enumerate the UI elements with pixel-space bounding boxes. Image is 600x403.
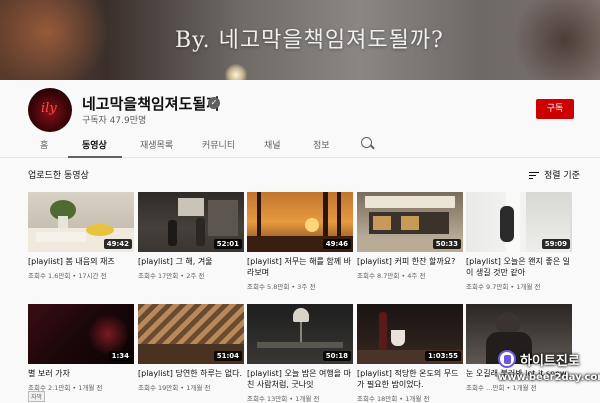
video-title[interactable]: [playlist] 오늘은 왠지 좋은 일이 생길 것만 같아 bbox=[466, 256, 572, 278]
video-duration: 59:09 bbox=[541, 239, 570, 249]
video-title[interactable]: [playlist] 봄 내음의 재즈 bbox=[28, 256, 134, 267]
caption-badge: 자막 bbox=[28, 391, 46, 402]
video-duration: 1:03:55 bbox=[425, 351, 461, 361]
video-thumbnail[interactable]: 49:42 bbox=[28, 192, 134, 252]
subscribe-button[interactable]: 구독 bbox=[536, 99, 574, 119]
check-icon: ✓ bbox=[208, 97, 220, 109]
video-meta: 조회수 19만회 • 1개월 전 bbox=[138, 384, 211, 392]
subscriber-count: 구독자 47.9만명 bbox=[82, 116, 147, 126]
banner-warm-light bbox=[0, 0, 120, 80]
avatar-text: ily bbox=[41, 101, 57, 116]
video-duration: 49:42 bbox=[103, 239, 132, 249]
banner-glow bbox=[225, 64, 247, 80]
video-title[interactable]: [playlist] 저무는 해를 함께 바라보며 bbox=[247, 256, 353, 278]
video-duration: 1:34 bbox=[108, 351, 132, 361]
channel-tabs: 홈 동영상 재생목록 커뮤니티 채널 정보 bbox=[0, 134, 600, 158]
video-title[interactable]: [playlist] 적당한 온도의 무드가 필요한 밤이었다. bbox=[357, 368, 463, 390]
banner-title: By. 네고막을책임져도될까? bbox=[175, 28, 444, 53]
video-meta: 조회수 1.6만회 • 17시간 전 bbox=[28, 272, 107, 280]
video-title[interactable]: [playlist] 커피 한잔 할까요? bbox=[357, 256, 463, 267]
video-title[interactable]: [playlist] 오늘 밤은 여행을 마친 사람처럼, 굿나잇 bbox=[247, 368, 353, 390]
video-thumbnail[interactable]: 59:09 bbox=[466, 192, 572, 252]
tab-about[interactable]: 정보 bbox=[313, 138, 330, 151]
video-duration: 51:04 bbox=[213, 351, 242, 361]
tab-channels[interactable]: 채널 bbox=[264, 138, 281, 151]
video-title[interactable]: 별 보러 가자 bbox=[28, 368, 134, 379]
video-duration: 52:01 bbox=[213, 239, 242, 249]
video-meta: 조회수 13만회 • 1개월 전 bbox=[247, 395, 320, 403]
section-title: 업로드한 동영상 bbox=[28, 171, 89, 181]
video-thumbnail[interactable]: 51:04 bbox=[138, 304, 244, 364]
video-meta: 조회수 8.7만회 • 4주 전 bbox=[357, 272, 426, 280]
video-title[interactable]: [playlist] 그 해, 겨울 bbox=[138, 256, 244, 267]
active-tab-indicator bbox=[68, 156, 122, 158]
video-duration: 49:46 bbox=[322, 239, 351, 249]
video-meta: 조회수 9.7만회 • 1개월 전 bbox=[466, 283, 541, 291]
watermark: 하이트진로 www.beer2day.com bbox=[492, 344, 600, 400]
watermark-url: www.beer2day.com bbox=[498, 372, 600, 383]
tab-playlists[interactable]: 재생목록 bbox=[140, 138, 173, 151]
channel-name[interactable]: 네고막을책임져도될까 bbox=[82, 93, 220, 114]
tab-videos[interactable]: 동영상 bbox=[82, 138, 107, 151]
channel-banner: By. 네고막을책임져도될까? bbox=[0, 0, 600, 80]
video-thumbnail[interactable]: 52:01 bbox=[138, 192, 244, 252]
video-title[interactable]: [playlist] 당연한 하루는 없다. bbox=[138, 368, 244, 379]
avatar[interactable]: ily bbox=[28, 88, 72, 132]
video-thumbnail[interactable]: 1:34 bbox=[28, 304, 134, 364]
watermark-name: 하이트진로 bbox=[520, 354, 580, 369]
video-thumbnail[interactable]: 50:18 bbox=[247, 304, 353, 364]
sort-button[interactable]: 정렬 기준 bbox=[529, 168, 580, 181]
video-meta: 조회수 17만회 • 2주 전 bbox=[138, 272, 205, 280]
sort-label: 정렬 기준 bbox=[544, 171, 580, 181]
video-duration: 50:18 bbox=[322, 351, 351, 361]
bottle-icon bbox=[498, 350, 516, 368]
video-duration: 50:33 bbox=[432, 239, 461, 249]
tab-home[interactable]: 홈 bbox=[40, 138, 48, 151]
sort-icon bbox=[529, 170, 539, 182]
video-meta: 조회수 5.8만회 • 3주 전 bbox=[247, 283, 316, 291]
video-thumbnail[interactable]: 50:33 bbox=[357, 192, 463, 252]
video-thumbnail[interactable]: 49:46 bbox=[247, 192, 353, 252]
video-thumbnail[interactable]: 1:03:55 bbox=[357, 304, 463, 364]
search-icon[interactable] bbox=[361, 137, 372, 148]
video-meta: 조회수 18만회 • 1개월 전 bbox=[357, 395, 430, 403]
banner-shadow bbox=[510, 0, 600, 80]
tab-community[interactable]: 커뮤니티 bbox=[202, 138, 235, 151]
